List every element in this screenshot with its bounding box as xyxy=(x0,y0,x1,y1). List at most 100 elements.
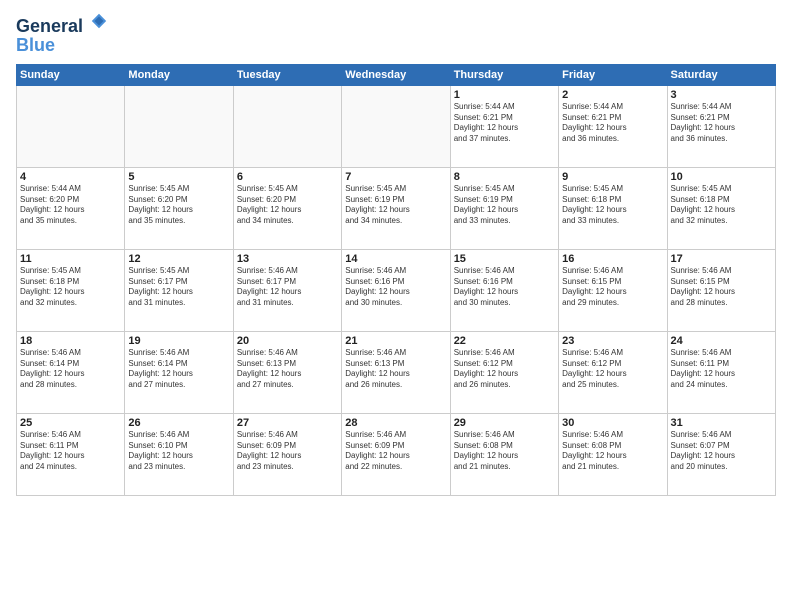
cell-info: Sunrise: 5:46 AM Sunset: 6:12 PM Dayligh… xyxy=(562,348,663,391)
week-row-2: 11Sunrise: 5:45 AM Sunset: 6:18 PM Dayli… xyxy=(17,249,776,331)
date-number: 8 xyxy=(454,171,555,183)
calendar-cell xyxy=(342,85,450,167)
week-row-4: 25Sunrise: 5:46 AM Sunset: 6:11 PM Dayli… xyxy=(17,413,776,495)
date-number: 28 xyxy=(345,417,446,429)
date-number: 18 xyxy=(20,335,121,347)
cell-info: Sunrise: 5:46 AM Sunset: 6:09 PM Dayligh… xyxy=(345,430,446,473)
calendar-cell: 24Sunrise: 5:46 AM Sunset: 6:11 PM Dayli… xyxy=(667,331,775,413)
cell-info: Sunrise: 5:44 AM Sunset: 6:21 PM Dayligh… xyxy=(562,102,663,145)
cell-info: Sunrise: 5:44 AM Sunset: 6:21 PM Dayligh… xyxy=(671,102,772,145)
cell-info: Sunrise: 5:44 AM Sunset: 6:21 PM Dayligh… xyxy=(454,102,555,145)
calendar-cell: 21Sunrise: 5:46 AM Sunset: 6:13 PM Dayli… xyxy=(342,331,450,413)
page-header: General Blue xyxy=(16,14,776,56)
cell-info: Sunrise: 5:46 AM Sunset: 6:08 PM Dayligh… xyxy=(562,430,663,473)
date-number: 7 xyxy=(345,171,446,183)
date-number: 1 xyxy=(454,89,555,101)
calendar-cell: 13Sunrise: 5:46 AM Sunset: 6:17 PM Dayli… xyxy=(233,249,341,331)
weekday-header-row: SundayMondayTuesdayWednesdayThursdayFrid… xyxy=(17,64,776,85)
calendar-cell: 3Sunrise: 5:44 AM Sunset: 6:21 PM Daylig… xyxy=(667,85,775,167)
date-number: 27 xyxy=(237,417,338,429)
date-number: 20 xyxy=(237,335,338,347)
calendar-cell: 5Sunrise: 5:45 AM Sunset: 6:20 PM Daylig… xyxy=(125,167,233,249)
cell-info: Sunrise: 5:45 AM Sunset: 6:18 PM Dayligh… xyxy=(671,184,772,227)
calendar-cell: 18Sunrise: 5:46 AM Sunset: 6:14 PM Dayli… xyxy=(17,331,125,413)
calendar-cell: 30Sunrise: 5:46 AM Sunset: 6:08 PM Dayli… xyxy=(559,413,667,495)
cell-info: Sunrise: 5:46 AM Sunset: 6:14 PM Dayligh… xyxy=(20,348,121,391)
cell-info: Sunrise: 5:46 AM Sunset: 6:08 PM Dayligh… xyxy=(454,430,555,473)
date-number: 6 xyxy=(237,171,338,183)
week-row-3: 18Sunrise: 5:46 AM Sunset: 6:14 PM Dayli… xyxy=(17,331,776,413)
date-number: 19 xyxy=(128,335,229,347)
calendar-cell: 23Sunrise: 5:46 AM Sunset: 6:12 PM Dayli… xyxy=(559,331,667,413)
cell-info: Sunrise: 5:46 AM Sunset: 6:17 PM Dayligh… xyxy=(237,266,338,309)
cell-info: Sunrise: 5:45 AM Sunset: 6:18 PM Dayligh… xyxy=(20,266,121,309)
calendar-cell: 9Sunrise: 5:45 AM Sunset: 6:18 PM Daylig… xyxy=(559,167,667,249)
date-number: 13 xyxy=(237,253,338,265)
cell-info: Sunrise: 5:46 AM Sunset: 6:13 PM Dayligh… xyxy=(345,348,446,391)
logo-text: General xyxy=(16,14,108,37)
date-number: 26 xyxy=(128,417,229,429)
weekday-header-tuesday: Tuesday xyxy=(233,64,341,85)
calendar-cell: 10Sunrise: 5:45 AM Sunset: 6:18 PM Dayli… xyxy=(667,167,775,249)
calendar-cell: 31Sunrise: 5:46 AM Sunset: 6:07 PM Dayli… xyxy=(667,413,775,495)
weekday-header-wednesday: Wednesday xyxy=(342,64,450,85)
calendar-cell: 20Sunrise: 5:46 AM Sunset: 6:13 PM Dayli… xyxy=(233,331,341,413)
calendar-cell: 7Sunrise: 5:45 AM Sunset: 6:19 PM Daylig… xyxy=(342,167,450,249)
date-number: 9 xyxy=(562,171,663,183)
date-number: 12 xyxy=(128,253,229,265)
calendar-cell: 25Sunrise: 5:46 AM Sunset: 6:11 PM Dayli… xyxy=(17,413,125,495)
cell-info: Sunrise: 5:46 AM Sunset: 6:07 PM Dayligh… xyxy=(671,430,772,473)
logo-blue: Blue xyxy=(16,35,55,56)
cell-info: Sunrise: 5:46 AM Sunset: 6:09 PM Dayligh… xyxy=(237,430,338,473)
calendar-cell: 2Sunrise: 5:44 AM Sunset: 6:21 PM Daylig… xyxy=(559,85,667,167)
calendar-cell: 11Sunrise: 5:45 AM Sunset: 6:18 PM Dayli… xyxy=(17,249,125,331)
cell-info: Sunrise: 5:46 AM Sunset: 6:16 PM Dayligh… xyxy=(345,266,446,309)
logo-icon xyxy=(90,12,108,30)
calendar-cell xyxy=(125,85,233,167)
date-number: 3 xyxy=(671,89,772,101)
weekday-header-monday: Monday xyxy=(125,64,233,85)
weekday-header-friday: Friday xyxy=(559,64,667,85)
weekday-header-thursday: Thursday xyxy=(450,64,558,85)
calendar-cell: 27Sunrise: 5:46 AM Sunset: 6:09 PM Dayli… xyxy=(233,413,341,495)
cell-info: Sunrise: 5:45 AM Sunset: 6:18 PM Dayligh… xyxy=(562,184,663,227)
calendar-cell: 8Sunrise: 5:45 AM Sunset: 6:19 PM Daylig… xyxy=(450,167,558,249)
calendar-cell xyxy=(233,85,341,167)
calendar-cell: 1Sunrise: 5:44 AM Sunset: 6:21 PM Daylig… xyxy=(450,85,558,167)
date-number: 21 xyxy=(345,335,446,347)
calendar-cell: 15Sunrise: 5:46 AM Sunset: 6:16 PM Dayli… xyxy=(450,249,558,331)
calendar-cell: 4Sunrise: 5:44 AM Sunset: 6:20 PM Daylig… xyxy=(17,167,125,249)
cell-info: Sunrise: 5:46 AM Sunset: 6:16 PM Dayligh… xyxy=(454,266,555,309)
calendar-cell: 14Sunrise: 5:46 AM Sunset: 6:16 PM Dayli… xyxy=(342,249,450,331)
date-number: 31 xyxy=(671,417,772,429)
date-number: 10 xyxy=(671,171,772,183)
calendar-cell: 26Sunrise: 5:46 AM Sunset: 6:10 PM Dayli… xyxy=(125,413,233,495)
cell-info: Sunrise: 5:46 AM Sunset: 6:13 PM Dayligh… xyxy=(237,348,338,391)
calendar-cell: 6Sunrise: 5:45 AM Sunset: 6:20 PM Daylig… xyxy=(233,167,341,249)
date-number: 29 xyxy=(454,417,555,429)
cell-info: Sunrise: 5:46 AM Sunset: 6:14 PM Dayligh… xyxy=(128,348,229,391)
calendar-cell: 22Sunrise: 5:46 AM Sunset: 6:12 PM Dayli… xyxy=(450,331,558,413)
date-number: 16 xyxy=(562,253,663,265)
cell-info: Sunrise: 5:44 AM Sunset: 6:20 PM Dayligh… xyxy=(20,184,121,227)
calendar-table: SundayMondayTuesdayWednesdayThursdayFrid… xyxy=(16,64,776,496)
cell-info: Sunrise: 5:45 AM Sunset: 6:19 PM Dayligh… xyxy=(454,184,555,227)
logo: General Blue xyxy=(16,14,108,56)
date-number: 17 xyxy=(671,253,772,265)
cell-info: Sunrise: 5:45 AM Sunset: 6:17 PM Dayligh… xyxy=(128,266,229,309)
calendar-cell: 17Sunrise: 5:46 AM Sunset: 6:15 PM Dayli… xyxy=(667,249,775,331)
calendar-cell: 29Sunrise: 5:46 AM Sunset: 6:08 PM Dayli… xyxy=(450,413,558,495)
date-number: 25 xyxy=(20,417,121,429)
date-number: 23 xyxy=(562,335,663,347)
weekday-header-saturday: Saturday xyxy=(667,64,775,85)
cell-info: Sunrise: 5:45 AM Sunset: 6:19 PM Dayligh… xyxy=(345,184,446,227)
calendar-cell: 19Sunrise: 5:46 AM Sunset: 6:14 PM Dayli… xyxy=(125,331,233,413)
date-number: 5 xyxy=(128,171,229,183)
week-row-0: 1Sunrise: 5:44 AM Sunset: 6:21 PM Daylig… xyxy=(17,85,776,167)
cell-info: Sunrise: 5:45 AM Sunset: 6:20 PM Dayligh… xyxy=(237,184,338,227)
date-number: 24 xyxy=(671,335,772,347)
date-number: 22 xyxy=(454,335,555,347)
weekday-header-sunday: Sunday xyxy=(17,64,125,85)
calendar-cell: 16Sunrise: 5:46 AM Sunset: 6:15 PM Dayli… xyxy=(559,249,667,331)
cell-info: Sunrise: 5:46 AM Sunset: 6:11 PM Dayligh… xyxy=(671,348,772,391)
